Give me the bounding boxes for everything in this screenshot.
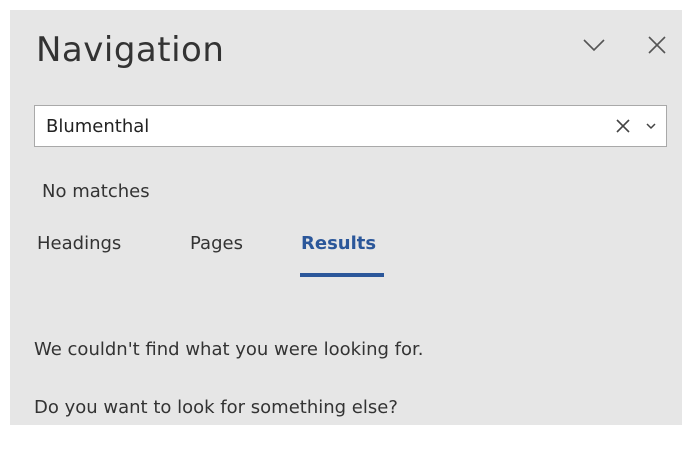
clear-icon <box>616 119 630 133</box>
small-chevron-down-icon <box>646 122 656 129</box>
close-icon <box>648 36 666 54</box>
search-input[interactable] <box>35 106 605 146</box>
selected-tab-indicator <box>300 273 384 277</box>
tab-headings[interactable]: Headings <box>37 230 121 258</box>
no-results-message: We couldn't find what you were looking f… <box>34 339 424 360</box>
chevron-down-icon <box>583 39 605 52</box>
pane-close-button[interactable] <box>640 28 674 62</box>
tab-results[interactable]: Results <box>301 230 376 258</box>
pane-title: Navigation <box>36 30 225 70</box>
match-status: No matches <box>42 181 150 202</box>
navigation-pane: Navigation No matches Headings Pages Re <box>10 10 682 425</box>
search-suggestion-message: Do you want to look for something else? <box>34 397 398 418</box>
search-clear-button[interactable] <box>609 112 637 140</box>
tab-pages[interactable]: Pages <box>190 230 243 258</box>
search-options-dropdown[interactable] <box>639 112 663 140</box>
search-box <box>34 105 667 147</box>
pane-options-button[interactable] <box>577 28 611 62</box>
